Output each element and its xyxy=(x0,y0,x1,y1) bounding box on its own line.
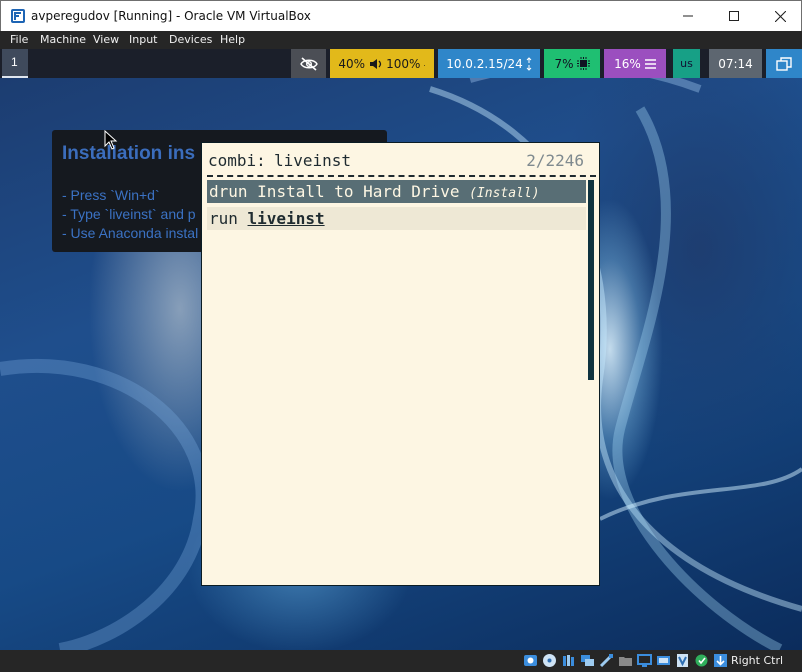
rofi-separator xyxy=(207,175,596,177)
rofi-result-count: 2/2246 xyxy=(526,151,584,170)
rofi-entry-selected[interactable]: drun Install to Hard Drive (Install) xyxy=(207,180,586,203)
rofi-scrollbar[interactable] xyxy=(588,180,594,380)
volume-icon xyxy=(370,58,382,69)
network-block[interactable]: 10.0.2.15/24 xyxy=(438,49,540,78)
memory-usage: 16% xyxy=(614,56,641,71)
display-icon[interactable] xyxy=(637,653,652,668)
menu-machine[interactable]: Machine xyxy=(40,33,86,46)
network-ip: 10.0.2.15/24 xyxy=(446,56,523,71)
video-capture-icon[interactable] xyxy=(656,653,671,668)
memory-block[interactable]: 16% xyxy=(604,49,666,78)
menu-devices[interactable]: Devices xyxy=(169,33,212,46)
window-title: avperegudov [Running] - Oracle VM Virtua… xyxy=(31,9,311,23)
privacy-indicator[interactable] xyxy=(291,49,326,78)
memory-bars-icon xyxy=(644,58,656,69)
menu-input[interactable]: Input xyxy=(129,33,157,46)
hard-disk-icon[interactable] xyxy=(523,653,538,668)
vbox-statusbar: Right Ctrl xyxy=(0,650,802,672)
network-traffic-icon xyxy=(526,56,532,71)
audio-block[interactable]: 40% 100% . xyxy=(330,49,434,78)
minimize-button[interactable] xyxy=(665,1,711,31)
host-key-label[interactable]: Right Ctrl xyxy=(731,654,783,667)
menu-view[interactable]: View xyxy=(93,33,119,46)
entry-hint: (Install) xyxy=(469,186,540,201)
mic-icon: . xyxy=(423,59,426,68)
usb-icon[interactable] xyxy=(599,653,614,668)
tip-line-3: - Use Anaconda instal xyxy=(62,225,199,241)
mouse-cursor-icon xyxy=(104,130,118,150)
audio-icon[interactable] xyxy=(561,653,576,668)
rofi-prompt: combi: xyxy=(208,151,266,170)
maximize-button[interactable] xyxy=(711,1,757,31)
desktop-status-bar: 1 40% 100% . 10.0.2.15/24 7% 16% us 07:1… xyxy=(0,49,802,78)
cpu-usage: 7% xyxy=(554,56,574,71)
rofi-launcher[interactable]: combi: liveinst 2/2246 drun Install to H… xyxy=(201,142,600,586)
windows-stack-icon xyxy=(776,56,792,71)
menu-file[interactable]: File xyxy=(10,33,28,46)
entry-text: Install to Hard Drive xyxy=(257,182,470,201)
audio-value-2: 100% xyxy=(386,56,421,71)
tip-title: Installation ins xyxy=(62,143,196,164)
guest-additions-icon[interactable] xyxy=(675,653,690,668)
workspace-1-button[interactable]: 1 xyxy=(2,49,28,78)
keyboard-capture-icon[interactable] xyxy=(713,653,728,668)
cpu-chip-icon xyxy=(576,57,590,70)
tip-line-1: - Press `Win+d` xyxy=(62,187,160,203)
network-icon[interactable] xyxy=(580,653,595,668)
keyboard-layout[interactable]: us xyxy=(673,49,700,78)
entry-match-text: liveinst xyxy=(247,209,325,228)
eye-slash-icon xyxy=(299,56,318,71)
guest-display[interactable]: 1 40% 100% . 10.0.2.15/24 7% 16% us 07:1… xyxy=(0,49,802,650)
close-button[interactable] xyxy=(757,1,802,31)
cpu-block[interactable]: 7% xyxy=(544,49,600,78)
optical-disk-icon[interactable] xyxy=(542,653,557,668)
menu-help[interactable]: Help xyxy=(220,33,245,46)
rofi-search-input[interactable]: liveinst xyxy=(274,151,351,170)
clock[interactable]: 07:14 xyxy=(709,49,762,78)
maximize-icon xyxy=(729,11,739,21)
entry-mode: run xyxy=(209,209,248,228)
shared-folders-icon[interactable] xyxy=(618,653,633,668)
rofi-entry[interactable]: run liveinst xyxy=(207,207,586,230)
virtualbox-app-icon xyxy=(11,9,25,23)
audio-value-1: 40% xyxy=(338,56,366,71)
tip-line-2: - Type `liveinst` and p xyxy=(62,206,196,222)
close-icon xyxy=(774,10,786,22)
minimize-icon xyxy=(683,15,693,17)
entry-mode: drun xyxy=(209,182,258,201)
window-titlebar[interactable]: avperegudov [Running] - Oracle VM Virtua… xyxy=(0,0,802,31)
vbox-menubar: File Machine View Input Devices Help xyxy=(0,31,802,49)
tray-button[interactable] xyxy=(766,49,802,78)
mouse-integration-icon[interactable] xyxy=(694,653,709,668)
